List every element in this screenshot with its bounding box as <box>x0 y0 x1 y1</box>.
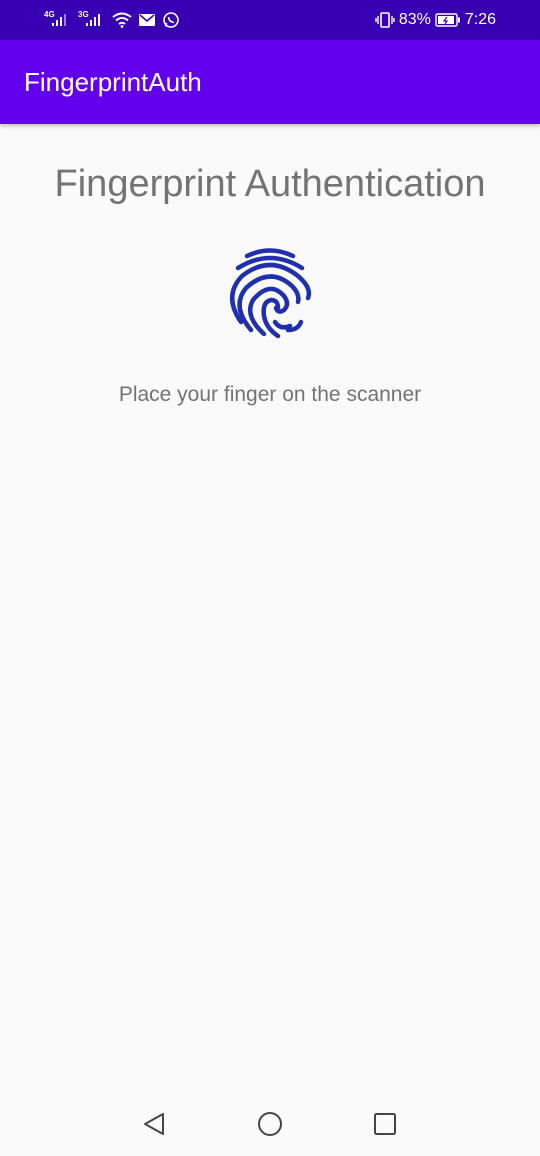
back-icon[interactable] <box>136 1106 172 1142</box>
recents-icon[interactable] <box>367 1106 403 1142</box>
home-icon[interactable] <box>252 1106 288 1142</box>
status-bar: 4G 3G 83% 7:26 <box>0 0 540 40</box>
signal-icon <box>86 14 100 26</box>
instruction-text: Place your finger on the scanner <box>118 383 422 406</box>
status-left: 4G 3G <box>44 10 180 30</box>
signal-icon <box>52 14 66 26</box>
app-title: FingerprintAuth <box>24 67 202 97</box>
wifi-icon <box>112 12 132 28</box>
mail-icon <box>139 14 155 26</box>
whatsapp-icon <box>163 12 179 28</box>
page-title: Fingerprint Authentication <box>54 163 486 205</box>
navigation-bar <box>0 1092 540 1156</box>
fingerprint-icon <box>230 248 312 339</box>
network-3g: 3G <box>78 10 106 30</box>
status-right: 83% 7:26 <box>375 8 496 32</box>
clock: 7:26 <box>464 11 496 28</box>
battery-percent: 83% <box>398 11 431 28</box>
app-bar: FingerprintAuth <box>0 40 540 124</box>
vibrate-icon <box>375 12 395 28</box>
battery-icon <box>435 13 460 27</box>
network-4g: 4G <box>44 10 72 30</box>
